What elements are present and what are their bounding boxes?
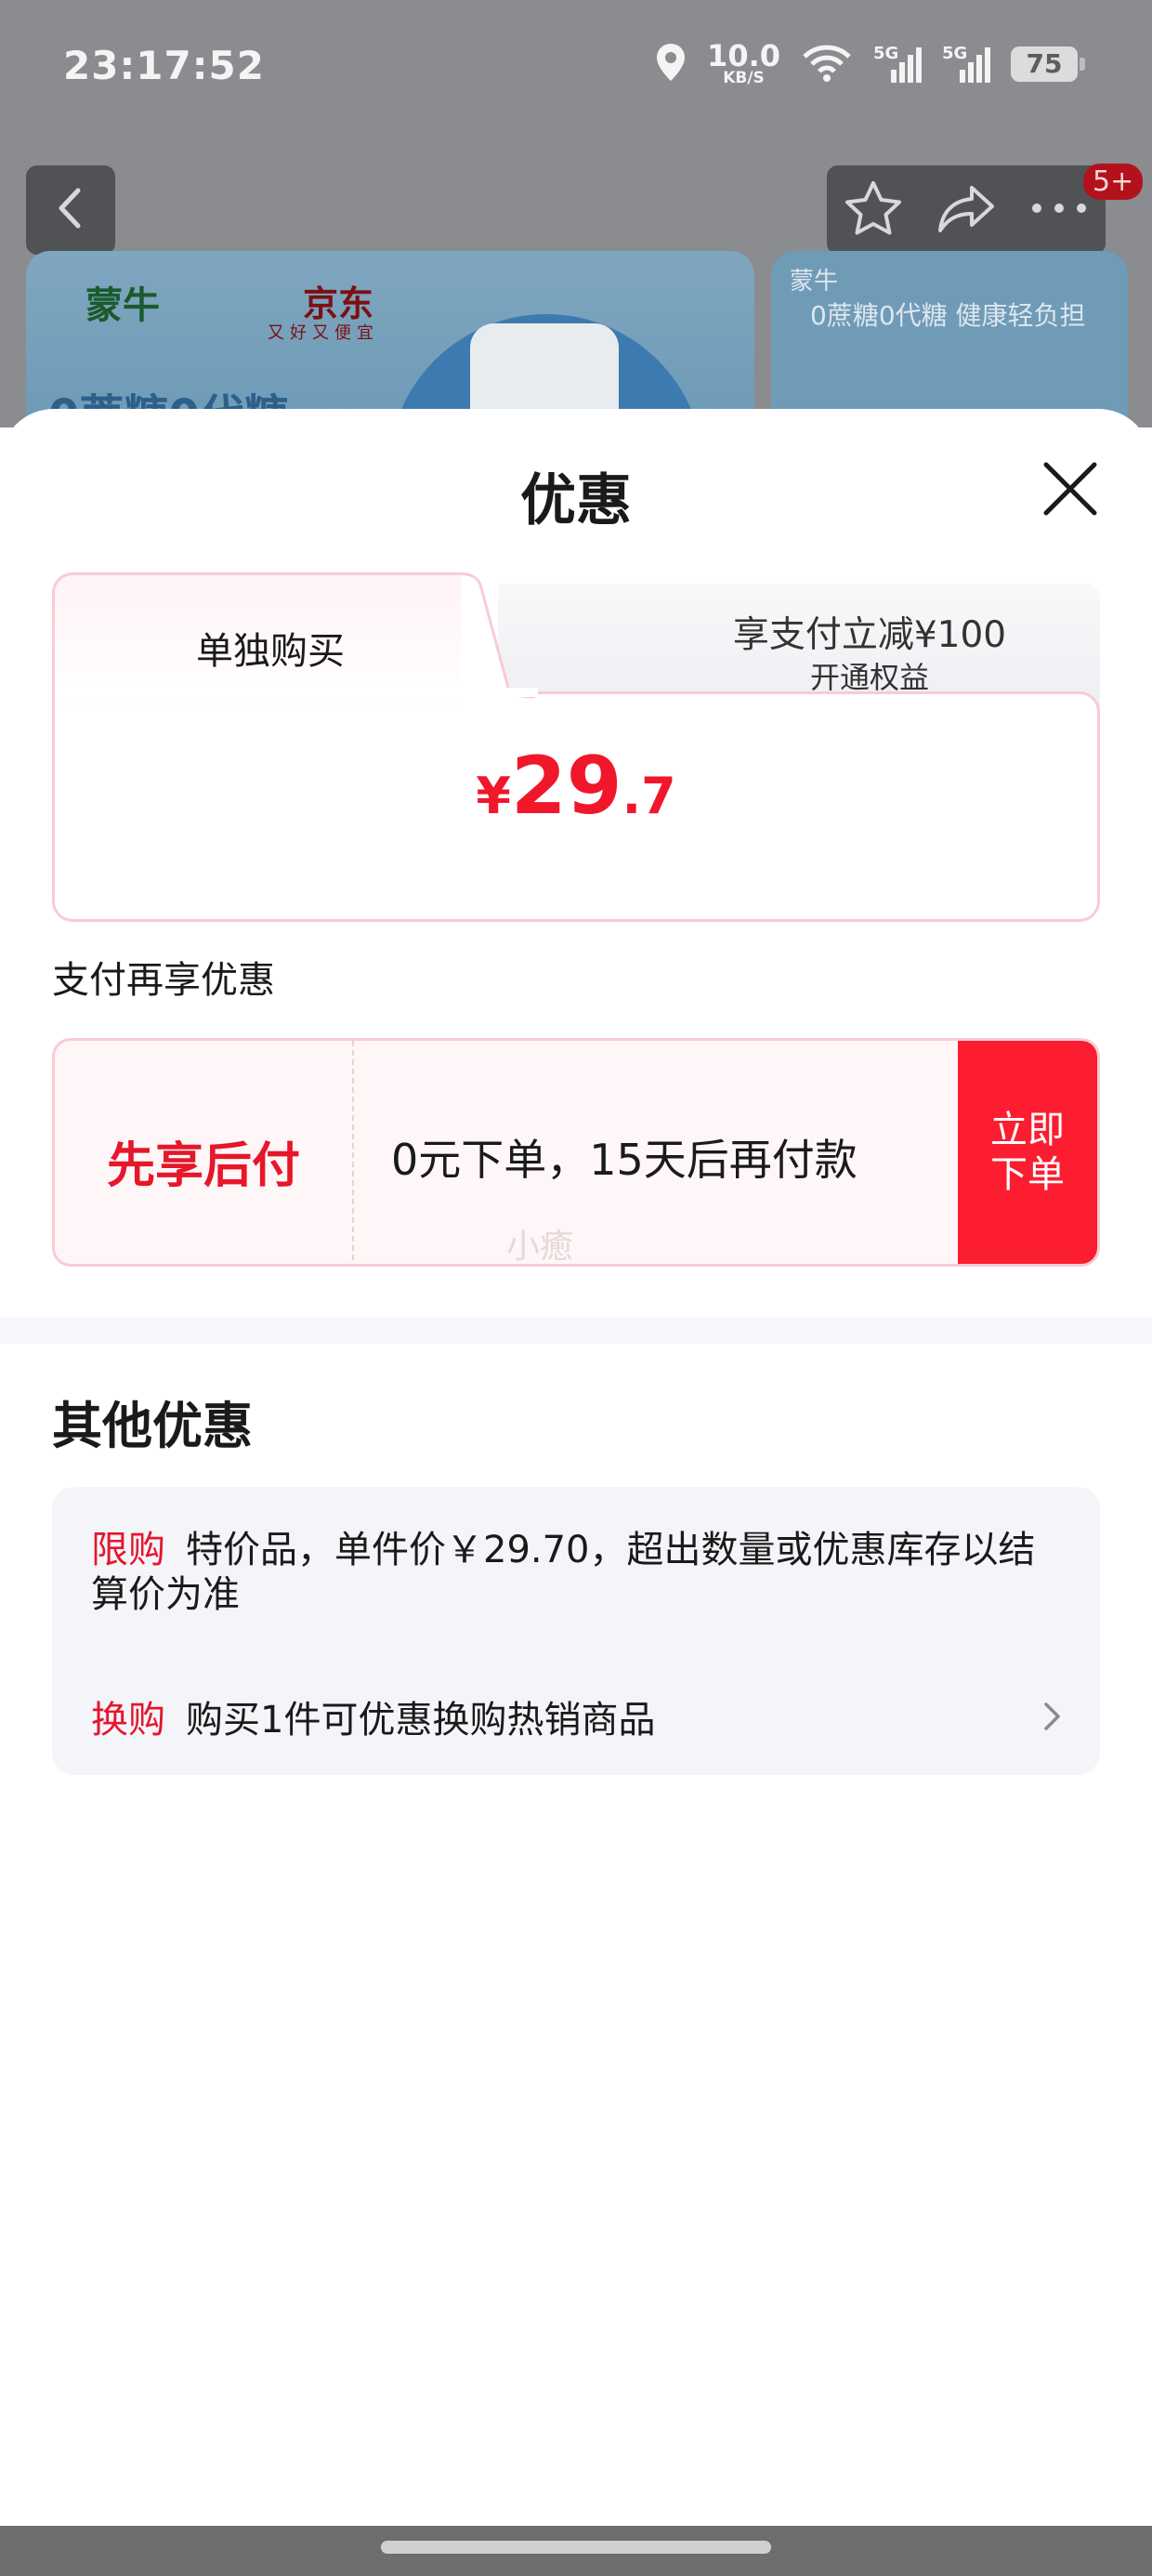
share-icon[interactable] xyxy=(936,182,996,238)
banner-partner: 京东 xyxy=(303,283,374,324)
side-brand: 蒙牛 xyxy=(790,268,839,296)
more-icon[interactable] xyxy=(1029,201,1089,219)
rule-text: 特价品，单件价￥29.70，超出数量或优惠库存以结算价为准 xyxy=(91,1529,1036,1616)
rule-tag: 限购 xyxy=(91,1529,165,1571)
tab-pay-discount-sub: 开通权益 xyxy=(809,660,929,695)
battery-icon: 75 xyxy=(1011,46,1085,82)
rule-purchase-limit: 限购 特价品，单件价￥29.70，超出数量或优惠库存以结算价为准 xyxy=(91,1528,1048,1617)
pay-later-card[interactable]: 先享后付 0元下单，15天后再付款 小癒 立即 下单 xyxy=(52,1038,1100,1267)
pay-section-label: 支付再享优惠 xyxy=(52,959,275,1002)
other-discounts-title: 其他优惠 xyxy=(52,1397,253,1455)
sheet-title: 优惠 xyxy=(520,468,632,533)
close-icon xyxy=(1039,462,1102,524)
net-speed-value: 10.0 xyxy=(707,38,780,73)
section-divider xyxy=(0,1318,1152,1344)
signal-icon: 5G xyxy=(942,44,990,85)
side-text: 0蔗糖0代糖 健康轻负担 xyxy=(810,300,1086,331)
rule-tag: 换购 xyxy=(91,1699,165,1741)
price-currency: ¥ xyxy=(476,767,511,825)
other-discounts-list: 限购 特价品，单件价￥29.70，超出数量或优惠库存以结算价为准 换购 购买1件可优… xyxy=(52,1487,1100,1775)
status-icons: 10.0 KB/S 5G 5G 75 xyxy=(655,41,1085,86)
location-icon xyxy=(655,42,687,86)
close-button[interactable] xyxy=(1039,457,1102,520)
tab-single-purchase[interactable]: 单独购买 xyxy=(52,621,489,675)
tab-join xyxy=(55,688,538,697)
pay-later-divider xyxy=(352,1041,354,1264)
tab-pay-discount[interactable]: 享支付立减¥100 xyxy=(554,606,1152,658)
price: ¥29.7 xyxy=(52,740,1100,833)
star-icon[interactable] xyxy=(844,179,903,241)
rule-text: 购买1件可优惠换购热销商品 xyxy=(186,1699,656,1741)
price-decimal: .7 xyxy=(622,767,676,825)
signal-icon: 5G xyxy=(873,44,922,85)
notification-badge: 5+ xyxy=(1083,164,1144,200)
background-page: 23:17:52 10.0 KB/S 5G 5G 75 5+ 蒙牛 京东 又好又… xyxy=(0,0,1152,437)
status-bar: 23:17:52 10.0 KB/S 5G 5G 75 xyxy=(0,0,1152,139)
order-now-line1: 立即 xyxy=(990,1109,1065,1151)
status-time: 23:17:52 xyxy=(63,43,265,88)
back-button[interactable] xyxy=(26,165,115,255)
rule-exchange-purchase[interactable]: 换购 购买1件可优惠换购热销商品 xyxy=(91,1689,655,1743)
wifi-icon xyxy=(801,42,853,86)
order-now-line2: 下单 xyxy=(990,1153,1065,1196)
back-icon xyxy=(52,185,89,235)
purchase-option-card: 单独购买 享支付立减¥100 开通权益 ¥29.7 xyxy=(52,572,1100,922)
top-actions xyxy=(827,165,1106,255)
chevron-right-icon[interactable] xyxy=(1042,1701,1063,1736)
pay-later-description: 0元下单，15天后再付款 xyxy=(391,1135,857,1185)
watermark: 小癒 xyxy=(506,1228,574,1266)
net-speed: 10.0 KB/S xyxy=(707,41,780,86)
home-indicator[interactable] xyxy=(381,2541,771,2554)
pay-later-title: 先享后付 xyxy=(106,1138,300,1194)
banner-brand: 蒙牛 xyxy=(85,284,160,327)
banner-partner-sub: 又好又便宜 xyxy=(268,323,379,343)
order-now-button[interactable]: 立即 下单 xyxy=(958,1041,1097,1264)
net-speed-unit: KB/S xyxy=(723,69,765,87)
price-integer: 29 xyxy=(510,740,622,833)
